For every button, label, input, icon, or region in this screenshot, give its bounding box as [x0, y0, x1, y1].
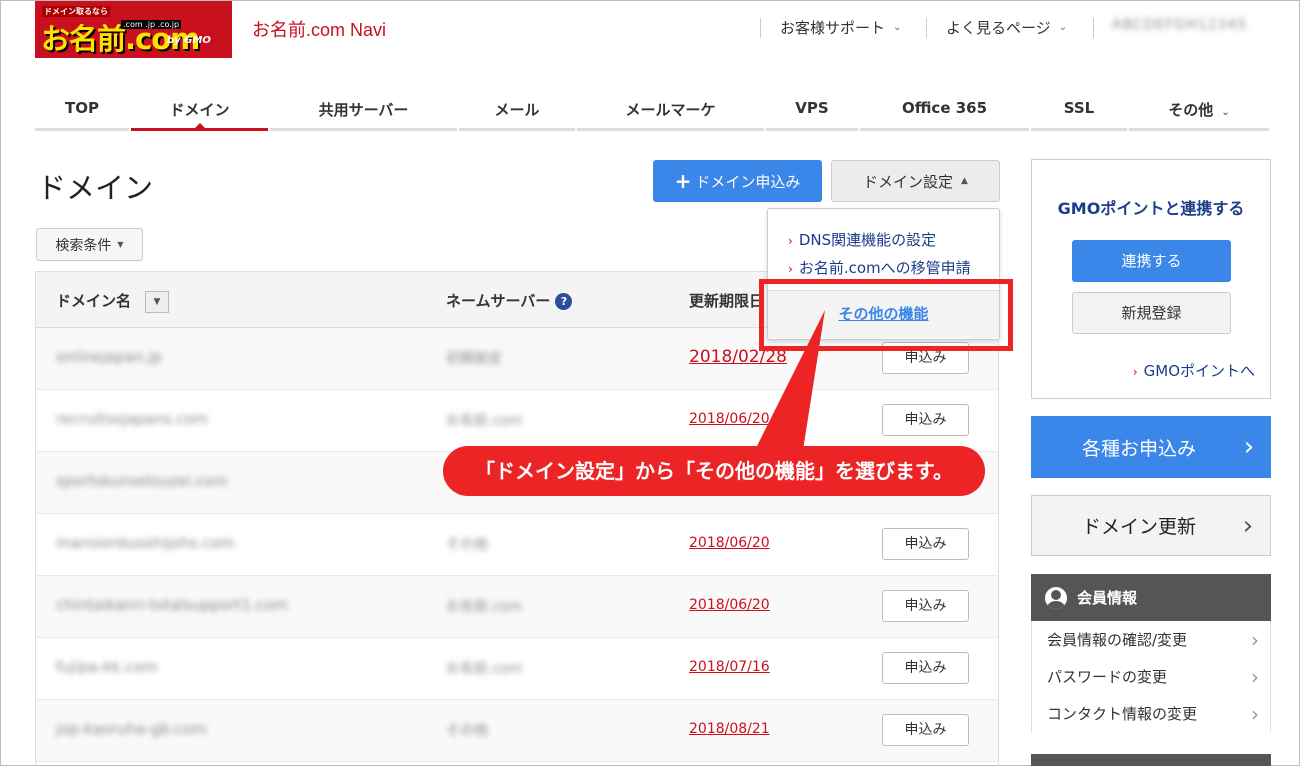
- gmo-link-button[interactable]: 連携する: [1072, 240, 1231, 282]
- member-info-panel: 会員情報 会員情報の確認/変更 › パスワードの変更 › コンタクト情報の変更 ›: [1031, 574, 1271, 766]
- chevron-right-icon: ›: [1251, 627, 1259, 652]
- domain-renewal-button[interactable]: ドメイン更新 ›: [1031, 495, 1271, 556]
- member-info-header: 会員情報: [1031, 574, 1271, 621]
- various-applications-button[interactable]: 各種お申込み ›: [1031, 416, 1271, 478]
- member-item-contact[interactable]: コンタクト情報の変更 ›: [1031, 695, 1271, 732]
- member-item-password[interactable]: パスワードの変更 ›: [1031, 658, 1271, 695]
- gmo-points-panel: GMOポイントと連携する 連携する 新規登録 › GMOポイントへ: [1031, 159, 1271, 399]
- gmo-points-link[interactable]: › GMOポイントへ: [1133, 360, 1255, 381]
- chevron-right-icon: ›: [1243, 432, 1255, 462]
- user-icon: [1045, 586, 1067, 609]
- next-panel-header: [1031, 754, 1271, 766]
- instruction-callout: 「ドメイン設定」から「その他の機能」を選びます。: [443, 446, 985, 496]
- chevron-right-icon: ›: [1251, 701, 1259, 726]
- chevron-right-icon: ›: [1132, 365, 1138, 379]
- gmo-points-title: GMOポイントと連携する: [1057, 199, 1245, 218]
- chevron-right-icon: ›: [1251, 664, 1259, 689]
- chevron-right-icon: ›: [1242, 510, 1254, 541]
- member-item-info[interactable]: 会員情報の確認/変更 ›: [1031, 621, 1271, 658]
- gmo-register-button[interactable]: 新規登録: [1072, 292, 1231, 334]
